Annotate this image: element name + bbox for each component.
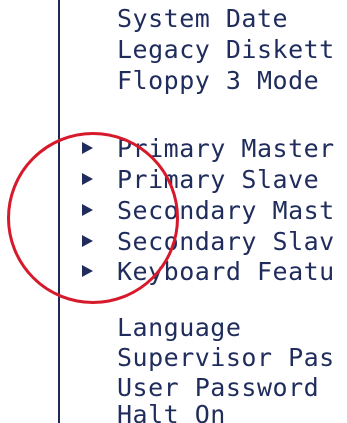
menu-item-secondary-slave[interactable]: Secondary Slav (117, 229, 335, 254)
menu-item-secondary-master[interactable]: Secondary Mast (117, 198, 335, 223)
menu-item-keyboard-features[interactable]: Keyboard Featu (117, 259, 335, 284)
submenu-arrow-icon (82, 204, 93, 216)
submenu-arrow-icon (82, 142, 93, 154)
menu-item-legacy-diskette[interactable]: Legacy Diskett (117, 37, 335, 62)
menu-item-language[interactable]: Language (117, 315, 241, 340)
menu-item-supervisor-password[interactable]: Supervisor Pas (117, 345, 335, 370)
menu-item-floppy-3-mode[interactable]: Floppy 3 Mode (117, 68, 319, 93)
menu-item-halt-on[interactable]: Halt On (117, 402, 226, 423)
submenu-arrow-icon (82, 173, 93, 185)
menu-item-primary-master[interactable]: Primary Master (117, 136, 335, 161)
submenu-arrow-icon (82, 265, 93, 277)
menu-item-system-date[interactable]: System Date (117, 6, 288, 31)
submenu-arrow-icon (82, 235, 93, 247)
menu-item-primary-slave[interactable]: Primary Slave (117, 167, 319, 192)
bios-menu-screen: System Date Legacy Diskett Floppy 3 Mode… (0, 0, 347, 423)
menu-item-user-password[interactable]: User Password (117, 375, 319, 400)
menu-left-border (58, 0, 60, 423)
